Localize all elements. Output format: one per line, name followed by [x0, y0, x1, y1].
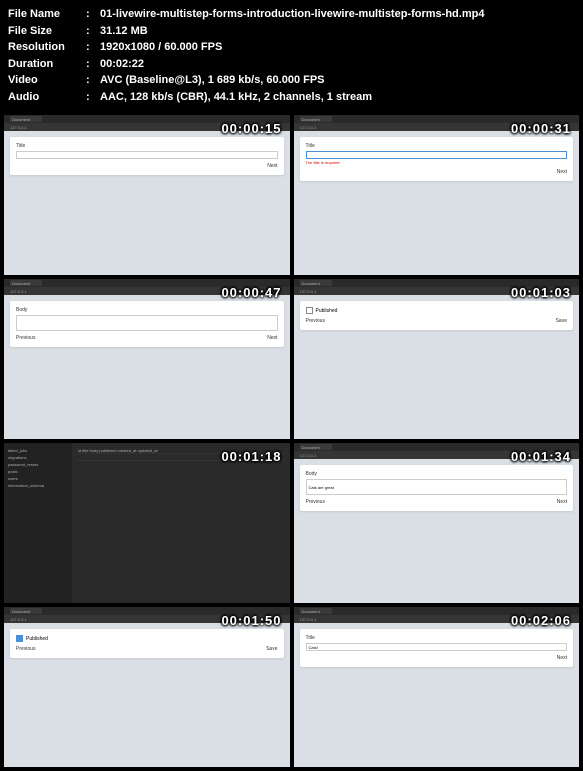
- published-label: Published: [26, 636, 48, 642]
- db-main: id title body published created_at updat…: [72, 443, 290, 603]
- next-button: Next: [557, 655, 567, 661]
- form-card: Published Previous Save: [10, 629, 284, 658]
- timestamp: 00:01:50: [221, 613, 281, 628]
- form-card: Published Previous Save: [300, 301, 574, 330]
- thumbnail: failed_jobs migrations password_resets p…: [4, 443, 290, 603]
- timestamp: 00:00:15: [221, 121, 281, 136]
- video-value: AVC (Baseline@L3), 1 689 kb/s, 60.000 FP…: [100, 72, 325, 89]
- title-input: [306, 151, 568, 159]
- browser-tab: Document: [10, 608, 42, 614]
- browser-tab: Document: [300, 280, 332, 286]
- previous-button: Previous: [306, 499, 325, 505]
- audio-value: AAC, 128 kb/s (CBR), 44.1 kHz, 2 channel…: [100, 89, 372, 106]
- body-label: Body: [16, 307, 278, 313]
- title-input: [16, 151, 278, 159]
- db-table-item: failed_jobs: [8, 447, 68, 454]
- filesize-value: 31.12 MB: [100, 23, 148, 40]
- database-panel: failed_jobs migrations password_resets p…: [4, 443, 290, 603]
- thumbnail: Document 127.0.0.1 Title The title is re…: [294, 115, 580, 275]
- db-table-item: migrations: [8, 454, 68, 461]
- body-input: [16, 315, 278, 331]
- form-card: Title The title is required Next: [300, 137, 574, 181]
- next-button: Next: [557, 169, 567, 175]
- db-table-item: password_resets: [8, 461, 68, 468]
- db-sidebar: failed_jobs migrations password_resets p…: [4, 443, 72, 603]
- filename-value: 01-livewire-multistep-forms-introduction…: [100, 6, 484, 23]
- timestamp: 00:02:06: [511, 613, 571, 628]
- url-text: 127.0.0.1: [10, 125, 27, 130]
- save-button: Save: [556, 318, 567, 324]
- filesize-label: File Size: [8, 23, 86, 40]
- url-text: 127.0.0.1: [10, 289, 27, 294]
- published-checkbox-checked: [16, 635, 23, 642]
- published-label: Published: [316, 308, 338, 314]
- thumbnail: Document 127.0.0.1 Title Cats! Next 00:0…: [294, 607, 580, 767]
- previous-button: Previous: [306, 318, 325, 324]
- next-button: Next: [267, 163, 277, 169]
- resolution-value: 1920x1080 / 60.000 FPS: [100, 39, 222, 56]
- timestamp: 00:00:31: [511, 121, 571, 136]
- previous-button: Previous: [16, 646, 35, 652]
- body-input: Cats are great: [306, 479, 568, 495]
- browser-tab: Document: [300, 116, 332, 122]
- error-text: The title is required: [306, 160, 568, 165]
- thumbnail-grid: Document 127.0.0.1 Title Next 00:00:15 D…: [0, 111, 583, 771]
- form-card: Title Cats! Next: [300, 629, 574, 667]
- thumbnail: Document 127.0.0.1 Body Cats are great P…: [294, 443, 580, 603]
- timestamp: 00:01:34: [511, 449, 571, 464]
- next-button: Next: [557, 499, 567, 505]
- browser-tab: Document: [10, 116, 42, 122]
- url-text: 127.0.0.1: [300, 125, 317, 130]
- db-table-item: information_schema: [8, 482, 68, 489]
- timestamp: 00:01:03: [511, 285, 571, 300]
- duration-label: Duration: [8, 56, 86, 73]
- url-text: 127.0.0.1: [300, 453, 317, 458]
- duration-value: 00:02:22: [100, 56, 144, 73]
- timestamp: 00:00:47: [221, 285, 281, 300]
- db-table-item: users: [8, 475, 68, 482]
- body-label: Body: [306, 471, 568, 477]
- url-text: 127.0.0.1: [10, 617, 27, 622]
- thumbnail: Document 127.0.0.1 Body Previous Next 00…: [4, 279, 290, 439]
- browser-tab: Document: [300, 608, 332, 614]
- thumbnail: Document 127.0.0.1 Title Next 00:00:15: [4, 115, 290, 275]
- resolution-label: Resolution: [8, 39, 86, 56]
- previous-button: Previous: [16, 335, 35, 341]
- filename-label: File Name: [8, 6, 86, 23]
- browser-tab: Document: [300, 444, 332, 450]
- browser-tab: Document: [10, 280, 42, 286]
- thumbnail: Document 127.0.0.1 Published Previous Sa…: [4, 607, 290, 767]
- title-label: Title: [16, 143, 278, 149]
- title-label: Title: [306, 143, 568, 149]
- url-text: 127.0.0.1: [300, 289, 317, 294]
- title-label: Title: [306, 635, 568, 641]
- form-card: Title Next: [10, 137, 284, 175]
- file-info-panel: File Name : 01-livewire-multistep-forms-…: [0, 0, 583, 111]
- timestamp: 00:01:18: [221, 449, 281, 464]
- audio-label: Audio: [8, 89, 86, 106]
- thumbnail: Document 127.0.0.1 Published Previous Sa…: [294, 279, 580, 439]
- url-text: 127.0.0.1: [300, 617, 317, 622]
- save-button: Save: [266, 646, 277, 652]
- db-table-item: posts: [8, 468, 68, 475]
- form-card: Body Cats are great Previous Next: [300, 465, 574, 511]
- published-checkbox: [306, 307, 313, 314]
- form-card: Body Previous Next: [10, 301, 284, 347]
- next-button: Next: [267, 335, 277, 341]
- video-label: Video: [8, 72, 86, 89]
- title-input: Cats!: [306, 643, 568, 651]
